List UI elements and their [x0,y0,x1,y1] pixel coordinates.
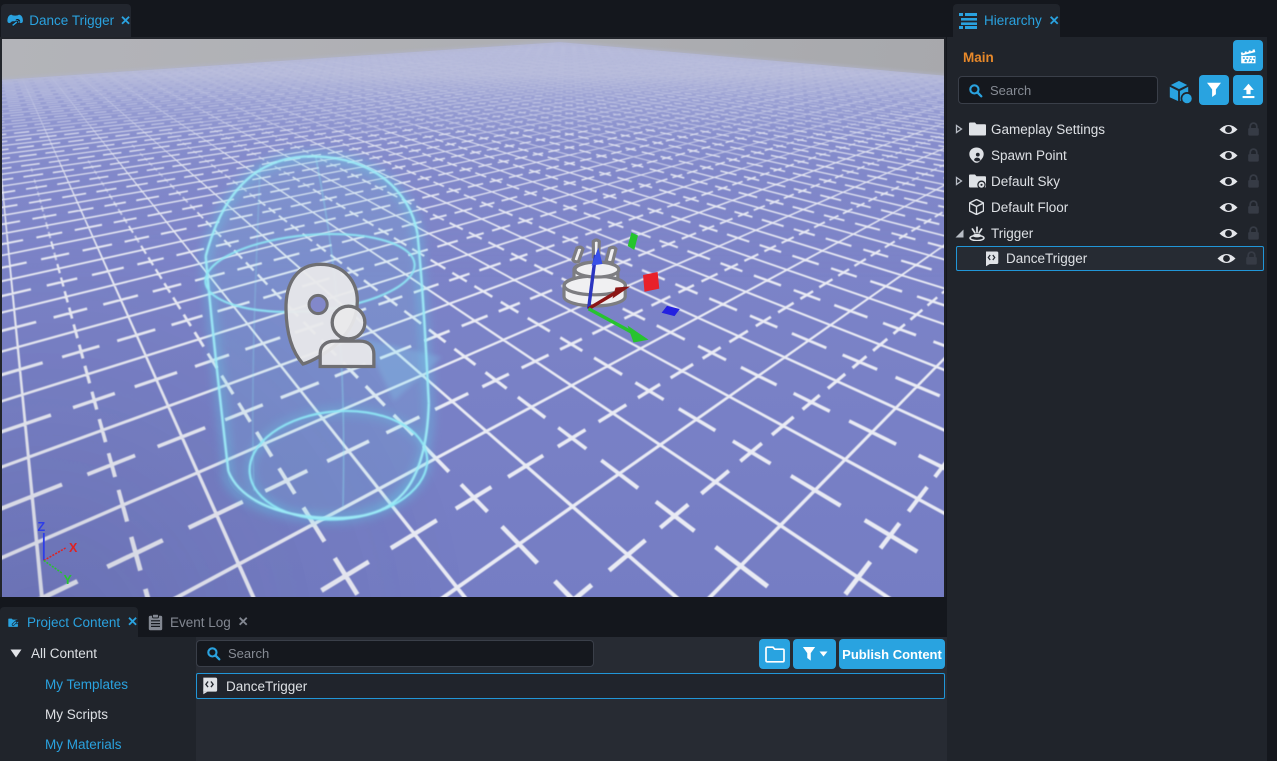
svg-text:Y: Y [64,573,73,587]
svg-text:X: X [69,541,78,555]
svg-text:Z: Z [38,520,46,534]
